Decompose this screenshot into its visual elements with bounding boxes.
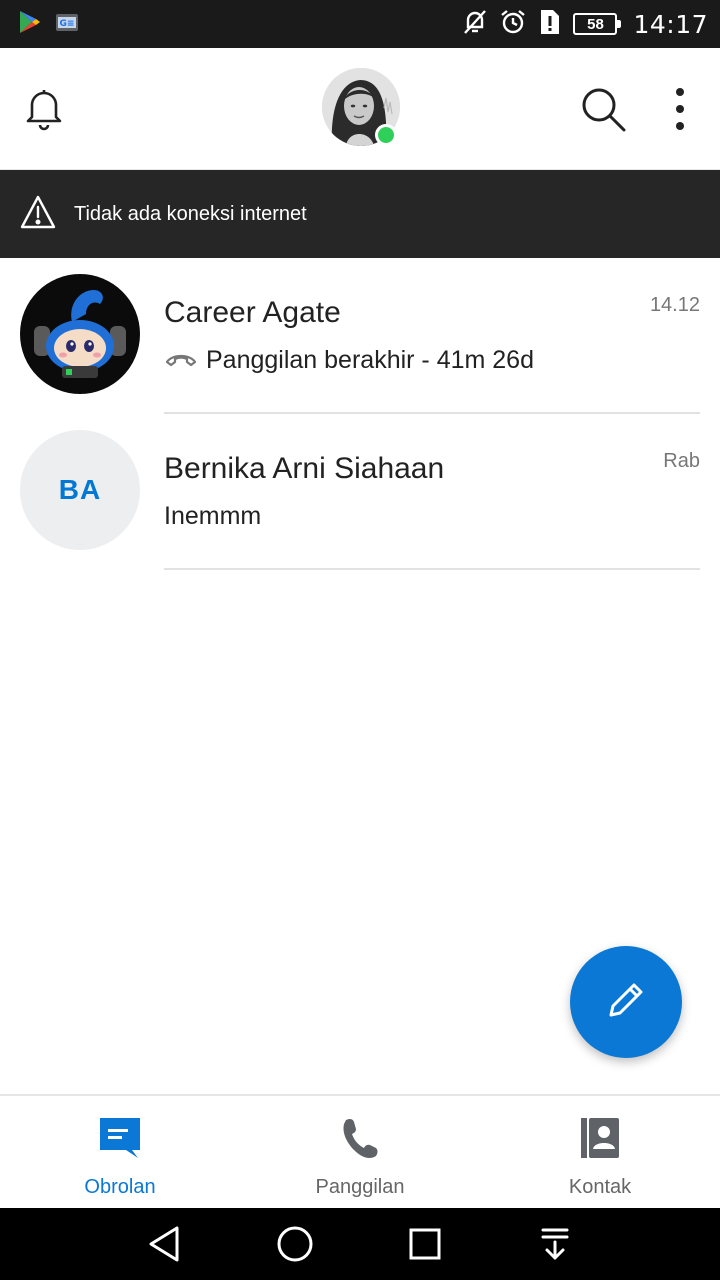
new-chat-fab[interactable]	[570, 946, 682, 1058]
notification-shade-icon[interactable]	[531, 1220, 579, 1268]
home-icon[interactable]	[271, 1220, 319, 1268]
contacts-icon	[576, 1114, 624, 1162]
warning-icon	[20, 195, 56, 234]
tab-kontak[interactable]: Kontak	[480, 1096, 720, 1208]
offline-banner-text: Tidak ada koneksi internet	[74, 202, 307, 225]
chat-row-career-agate[interactable]: Career Agate 14.12 Panggilan berakhir - …	[0, 258, 720, 414]
chat-name: Bernika Arni Siahaan	[164, 452, 445, 485]
phone-icon	[336, 1114, 384, 1162]
more-dot	[676, 122, 684, 130]
battery-icon: 58	[573, 13, 622, 35]
chat-avatar	[20, 274, 140, 394]
play-store-icon	[16, 9, 42, 40]
chat-preview: Panggilan berakhir - 41m 26d	[164, 346, 534, 375]
tab-label: Obrolan	[84, 1176, 156, 1198]
chat-time: 14.12	[649, 294, 700, 316]
chat-avatar-initials: BA	[20, 430, 140, 550]
tab-label: Kontak	[568, 1176, 632, 1198]
battery-level: 58	[587, 15, 604, 33]
tab-panggilan[interactable]: Panggilan	[240, 1096, 480, 1208]
system-navigation-bar	[0, 1208, 720, 1280]
chat-time: Rab	[663, 450, 700, 472]
divider	[164, 568, 700, 570]
call-ended-icon	[164, 346, 198, 375]
chat-preview-text: Inemmm	[164, 502, 262, 530]
recents-icon[interactable]	[401, 1220, 449, 1268]
pencil-icon	[603, 977, 649, 1028]
sim-alert-icon	[537, 8, 563, 41]
chat-icon	[96, 1114, 144, 1162]
svg-text:G≡: G≡	[60, 19, 75, 29]
gmail-icon: G≡	[54, 9, 80, 40]
presence-indicator	[375, 124, 397, 146]
top-app-bar	[0, 48, 720, 170]
chat-preview: Inemmm	[164, 502, 261, 531]
more-dot	[676, 88, 684, 96]
chat-preview-text: Panggilan berakhir - 41m 26d	[206, 346, 534, 374]
status-time: 14:17	[633, 9, 708, 39]
bell-icon[interactable]	[20, 84, 68, 132]
offline-banner: Tidak ada koneksi internet	[0, 170, 720, 258]
chat-name: Career Agate	[164, 296, 341, 329]
tab-obrolan[interactable]: Obrolan	[0, 1096, 240, 1208]
more-dot	[676, 105, 684, 113]
back-icon[interactable]	[141, 1220, 189, 1268]
search-icon[interactable]	[578, 84, 628, 134]
status-bar: G≡ 58 14:17	[0, 0, 720, 48]
alarm-icon	[499, 8, 527, 41]
tab-label: Panggilan	[315, 1176, 405, 1198]
mute-icon	[461, 8, 489, 41]
bottom-navigation: Obrolan Panggilan Kontak	[0, 1094, 720, 1208]
more-vert-icon[interactable]	[662, 84, 698, 134]
chat-list: Career Agate 14.12 Panggilan berakhir - …	[0, 258, 720, 570]
chat-row-bernika[interactable]: BA Bernika Arni Siahaan Rab Inemmm	[0, 414, 720, 570]
